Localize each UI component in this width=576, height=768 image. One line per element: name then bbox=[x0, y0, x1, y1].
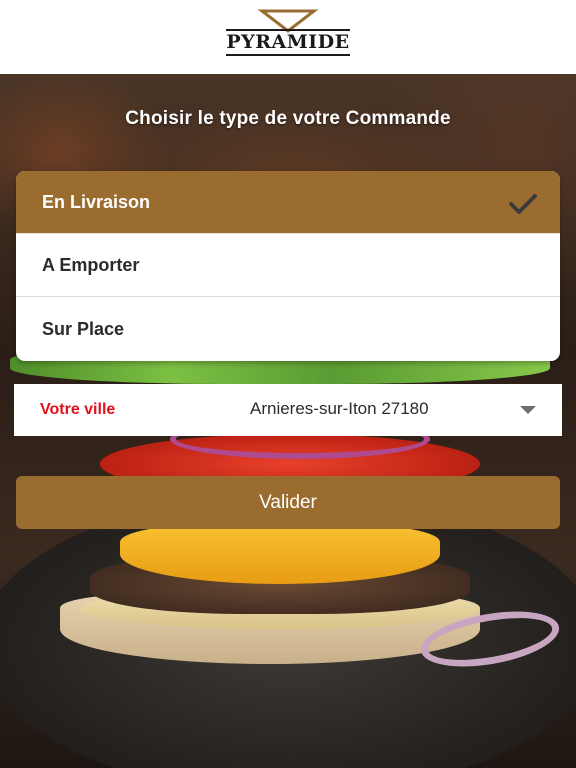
order-type-dine-in[interactable]: Sur Place bbox=[16, 297, 560, 361]
order-type-delivery[interactable]: En Livraison bbox=[16, 171, 560, 234]
order-type-label: Sur Place bbox=[42, 318, 125, 339]
order-type-label: A Emporter bbox=[42, 254, 140, 275]
logo-text: PYRAMIDE bbox=[226, 31, 350, 53]
city-value: Arnieres-sur-Iton 27180 bbox=[250, 399, 429, 418]
order-type-takeaway[interactable]: A Emporter bbox=[16, 234, 560, 297]
chevron-down-icon bbox=[520, 406, 536, 414]
cheese-shape bbox=[120, 524, 440, 584]
validate-button[interactable]: Valider bbox=[16, 476, 560, 529]
pyramide-logo: PYRAMIDE bbox=[218, 9, 358, 65]
app-header: PYRAMIDE bbox=[0, 0, 576, 74]
city-select[interactable]: Votre ville Arnieres-sur-Iton 27180 bbox=[14, 384, 562, 436]
order-type-label: En Livraison bbox=[42, 191, 151, 212]
page-title: Choisir le type de votre Commande bbox=[125, 108, 451, 129]
city-label: Votre ville bbox=[40, 401, 116, 418]
checkmark-icon bbox=[509, 194, 537, 214]
order-type-list: En Livraison A Emporter Sur Place bbox=[16, 171, 560, 361]
